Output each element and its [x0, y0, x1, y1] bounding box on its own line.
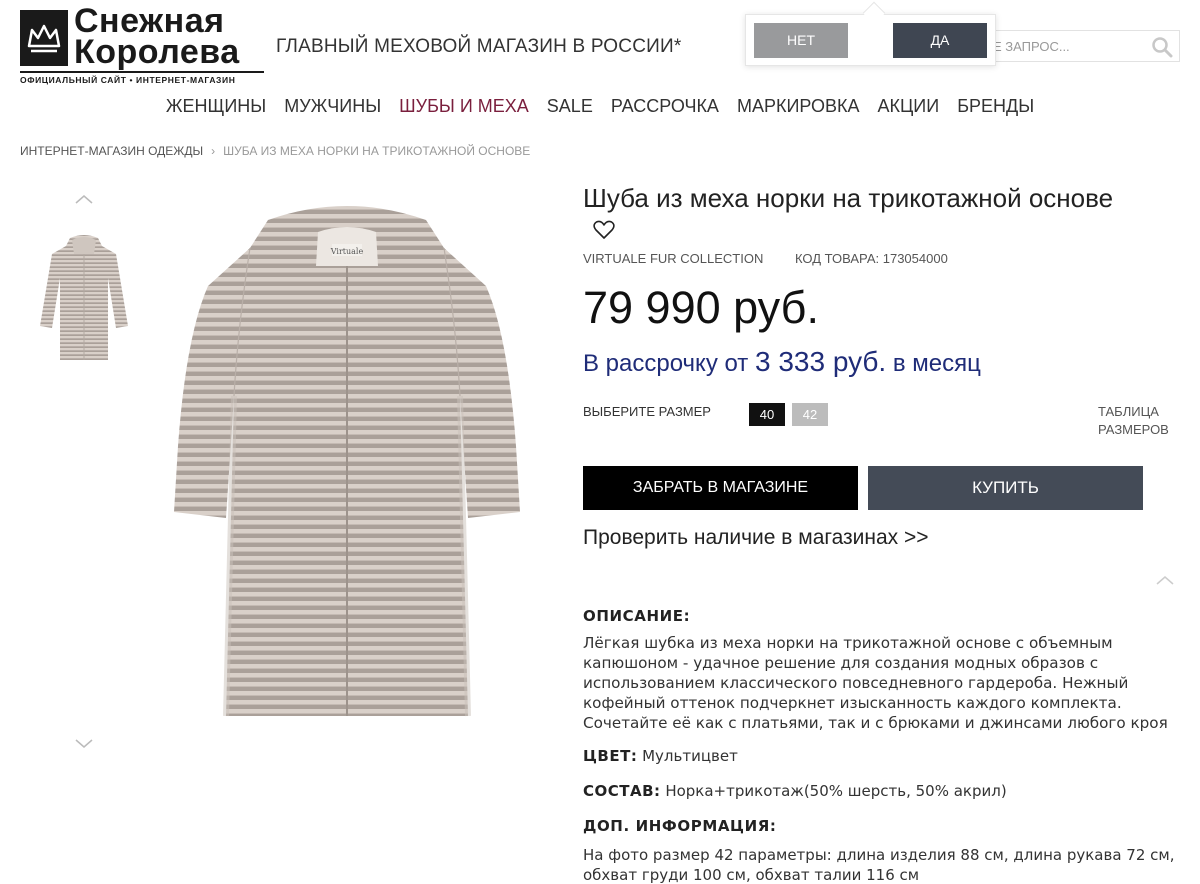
product-title-text: Шуба из меха норки на трикотажной основе — [583, 183, 1114, 213]
logo-title: Снежная Королева — [74, 2, 240, 71]
chevron-down-icon[interactable] — [74, 735, 94, 748]
installment-suffix: в месяц — [886, 350, 981, 377]
product-brand[interactable]: VIRTUALE FUR COLLECTION — [583, 251, 763, 266]
nav-item-promos[interactable]: АКЦИИ — [878, 96, 940, 117]
size-option-42[interactable]: 42 — [792, 403, 828, 426]
breadcrumb: ИНТЕРНЕТ-МАГАЗИН ОДЕЖДЫ › ШУБА ИЗ МЕХА НОР… — [20, 144, 530, 158]
coat-label: Virtuale — [330, 247, 364, 256]
search-input[interactable]: ТЕ ЗАПРОС... — [985, 39, 1070, 54]
buy-button[interactable]: КУПИТЬ — [868, 466, 1143, 510]
extra-info-text: На фото размер 42 параметры: длина издел… — [583, 846, 1175, 884]
product-price: 79 990 руб. — [583, 282, 819, 333]
main-nav: ЖЕНЩИНЫ МУЖЧИНЫ ШУБЫ И МЕХА SALE РАССРОЧ… — [0, 96, 1200, 117]
chevron-up-icon[interactable] — [74, 190, 94, 204]
description-heading: ОПИСАНИЕ: — [583, 607, 691, 625]
nav-item-furs[interactable]: ШУБЫ И МЕХА — [399, 96, 529, 117]
nav-item-installment[interactable]: РАССРОЧКА — [611, 96, 719, 117]
nav-item-sale[interactable]: SALE — [547, 96, 593, 117]
chevron-up-icon[interactable] — [1155, 571, 1175, 585]
site-tagline: ГЛАВНЫЙ МЕХОВОЙ МАГАЗИН В РОССИИ* — [276, 36, 682, 57]
no-button[interactable]: НЕТ — [754, 23, 848, 58]
crown-icon — [20, 10, 68, 66]
color-label: ЦВЕТ: — [583, 747, 638, 765]
installment-amount: 3 333 руб. — [754, 346, 887, 377]
color-value: Мультицвет — [642, 747, 738, 765]
check-stock-link[interactable]: Проверить наличие в магазинах >> — [583, 526, 929, 550]
nav-item-marking[interactable]: МАРКИРОВКА — [737, 96, 860, 117]
size-label: ВЫБЕРИТЕ РАЗМЕР — [583, 404, 711, 419]
color-row: ЦВЕТ: Мультицвет — [583, 747, 738, 765]
installment-info[interactable]: В рассрочку от 3 333 руб. в месяц — [583, 346, 981, 378]
composition-label: СОСТАВ: — [583, 782, 661, 800]
yes-button[interactable]: ДА — [893, 23, 987, 58]
site-logo[interactable]: Снежная Королева ОФИЦИАЛЬНЫЙ САЙТ • ИНТЕ… — [20, 4, 264, 85]
logo-subtitle: ОФИЦИАЛЬНЫЙ САЙТ • ИНТЕРНЕТ-МАГАЗИН — [20, 71, 264, 85]
search-icon[interactable] — [1151, 36, 1173, 62]
description-text: Лёгкая шубка из меха норки на трикотажно… — [583, 634, 1168, 732]
nav-item-brands[interactable]: БРЕНДЫ — [957, 96, 1034, 117]
product-code: КОД ТОВАРА: 173054000 — [795, 251, 948, 266]
installment-prefix: В рассрочку от — [583, 350, 755, 377]
composition-row: СОСТАВ: Норка+трикотаж(50% шерсть, 50% а… — [583, 782, 1007, 800]
breadcrumb-separator: › — [211, 144, 216, 158]
heart-icon[interactable] — [593, 216, 615, 247]
composition-value: Норка+трикотаж(50% шерсть, 50% акрил) — [665, 782, 1007, 800]
breadcrumb-current: ШУБА ИЗ МЕХА НОРКИ НА ТРИКОТАЖНОЙ ОСНОВЕ — [223, 144, 531, 158]
thumbnail-image[interactable] — [36, 232, 132, 366]
breadcrumb-root[interactable]: ИНТЕРНЕТ-МАГАЗИН ОДЕЖДЫ — [20, 144, 203, 158]
size-option-40[interactable]: 40 — [749, 403, 785, 426]
product-title: Шуба из меха норки на трикотажной основе — [583, 183, 1143, 247]
search-box[interactable]: ТЕ ЗАПРОС... — [978, 30, 1180, 62]
main-product-image[interactable]: Virtuale — [168, 196, 526, 726]
nav-item-women[interactable]: ЖЕНЩИНЫ — [166, 96, 266, 117]
nav-item-men[interactable]: МУЖЧИНЫ — [284, 96, 381, 117]
size-table-link[interactable]: ТАБЛИЦА РАЗМЕРОВ — [1098, 403, 1188, 439]
pickup-in-store-button[interactable]: ЗАБРАТЬ В МАГАЗИНЕ — [583, 466, 858, 510]
extra-info-heading: ДОП. ИНФОРМАЦИЯ: — [583, 817, 777, 835]
